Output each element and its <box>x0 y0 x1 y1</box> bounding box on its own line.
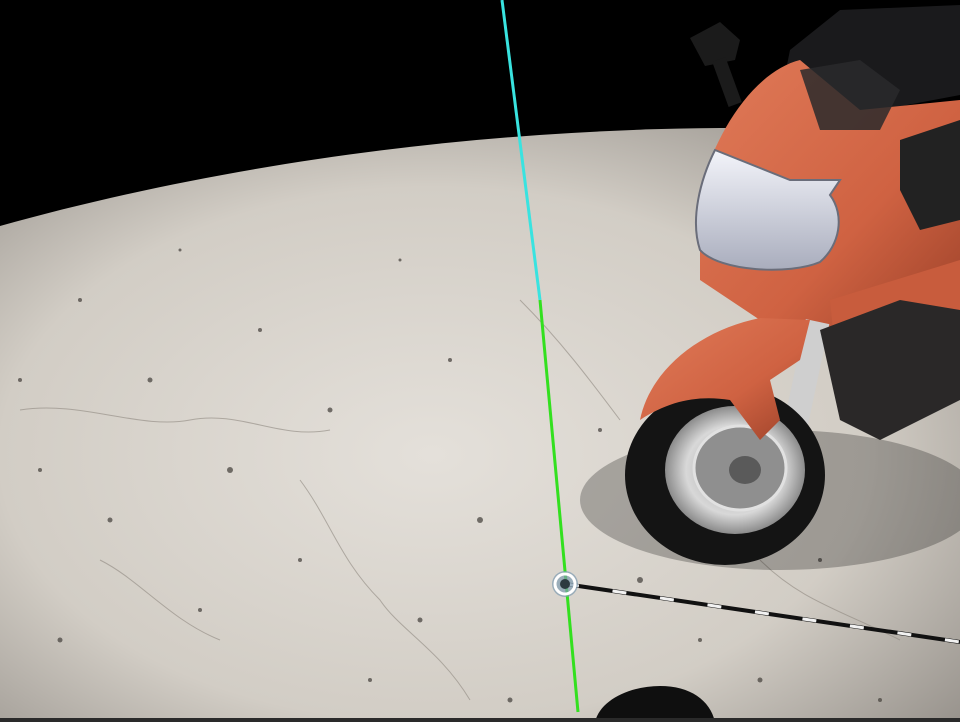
placement-cursor-icon[interactable] <box>552 571 578 597</box>
wheel-hub <box>729 456 761 484</box>
viewport-bottom-edge <box>0 718 960 722</box>
scene-canvas[interactable] <box>0 0 960 722</box>
3d-viewport[interactable] <box>0 0 960 722</box>
